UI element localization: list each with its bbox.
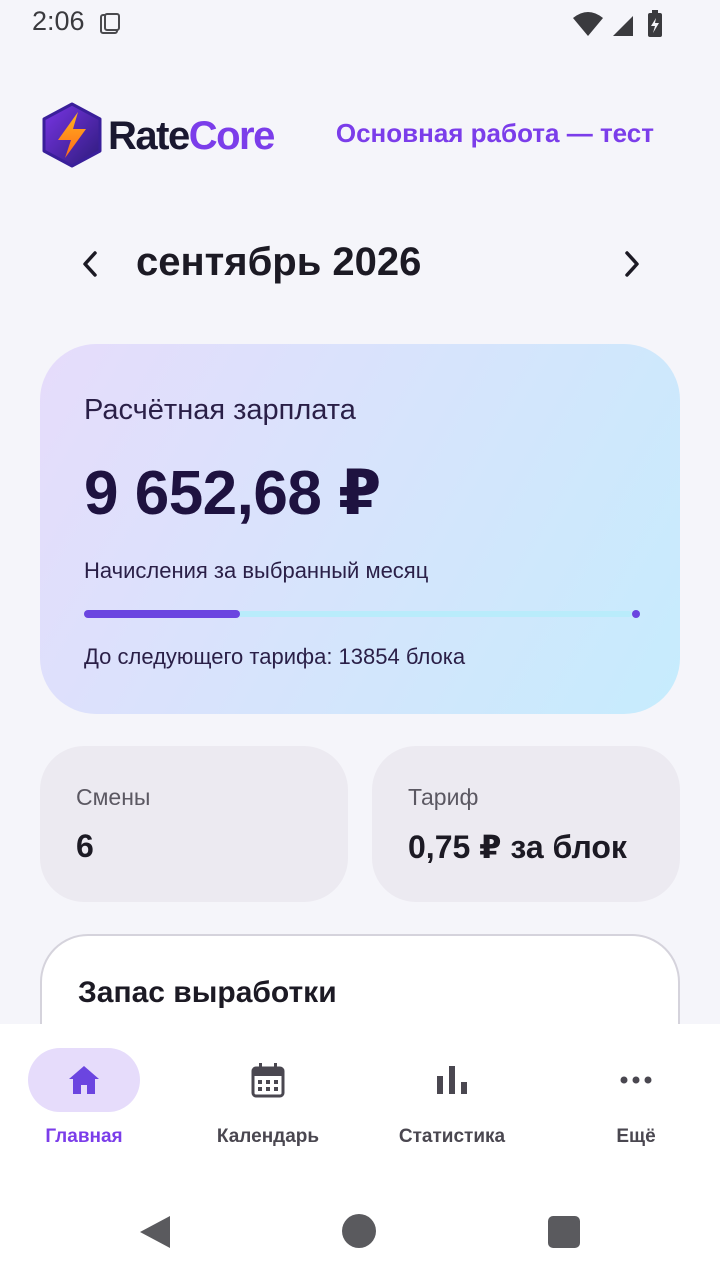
- nav-label-more: Ещё: [616, 1126, 656, 1147]
- wifi-signal-battery-icon: [573, 10, 662, 37]
- workspace-selector[interactable]: Основная работа — тест: [336, 118, 654, 149]
- bar-chart-icon: [437, 1066, 467, 1094]
- progress-fill: [84, 610, 240, 618]
- back-icon[interactable]: [138, 1214, 172, 1250]
- reserve-title: Запас выработки: [78, 976, 337, 1009]
- nav-label-statistics: Статистика: [398, 1126, 506, 1147]
- progress-end-dot: [632, 610, 640, 618]
- lightning-logo-icon: [42, 102, 102, 168]
- nav-label-calendar: Календарь: [216, 1126, 320, 1147]
- app-screen: 2:06 RateCore Основная работа — тест сен…: [0, 0, 720, 1280]
- tariff-value: 0,75 ₽ за блок: [408, 829, 627, 865]
- home-button[interactable]: [342, 1214, 376, 1248]
- nav-label-home: Главная: [45, 1126, 123, 1147]
- chevron-left-icon: [83, 251, 97, 277]
- nav-item-statistics[interactable]: Статистика: [368, 1024, 548, 1180]
- salary-amount: 9 652,68 ₽: [84, 459, 381, 528]
- status-bar: 2:06: [0, 0, 720, 48]
- tariff-progress-bar: [84, 610, 640, 618]
- status-time: 2:06: [32, 6, 85, 36]
- tariff-label: Тариф: [408, 784, 479, 810]
- next-month-button[interactable]: [612, 244, 652, 284]
- bottom-navigation: Главная Календарь Статистика Ещё: [0, 1024, 720, 1180]
- nav-item-home[interactable]: Главная: [0, 1024, 180, 1180]
- month-title: сентябрь 2026: [136, 240, 422, 284]
- more-icon: [620, 1076, 652, 1084]
- salary-label: Расчётная зарплата: [84, 394, 356, 426]
- shifts-card: Смены 6: [40, 746, 348, 902]
- home-icon: [69, 1066, 99, 1094]
- logo-wordmark: RateCore: [108, 114, 275, 158]
- previous-month-button[interactable]: [70, 244, 110, 284]
- next-tariff-text: До следующего тарифа: 13854 блока: [84, 644, 466, 669]
- tariff-card: Тариф 0,75 ₽ за блок: [372, 746, 680, 902]
- shifts-value: 6: [76, 828, 94, 864]
- nav-item-calendar[interactable]: Календарь: [184, 1024, 364, 1180]
- status-icons: [573, 10, 668, 40]
- sim-card-icon: [98, 12, 122, 36]
- salary-subtitle: Начисления за выбранный месяц: [84, 558, 429, 583]
- system-navigation-bar: [0, 1180, 720, 1280]
- shifts-label: Смены: [76, 784, 151, 810]
- chevron-right-icon: [625, 251, 639, 277]
- recents-button[interactable]: [548, 1216, 580, 1248]
- calendar-icon: [251, 1063, 285, 1098]
- nav-item-more[interactable]: Ещё: [552, 1024, 720, 1180]
- salary-card: Расчётная зарплата 9 652,68 ₽ Начисления…: [40, 344, 680, 714]
- ratecore-logo: RateCore: [40, 102, 295, 170]
